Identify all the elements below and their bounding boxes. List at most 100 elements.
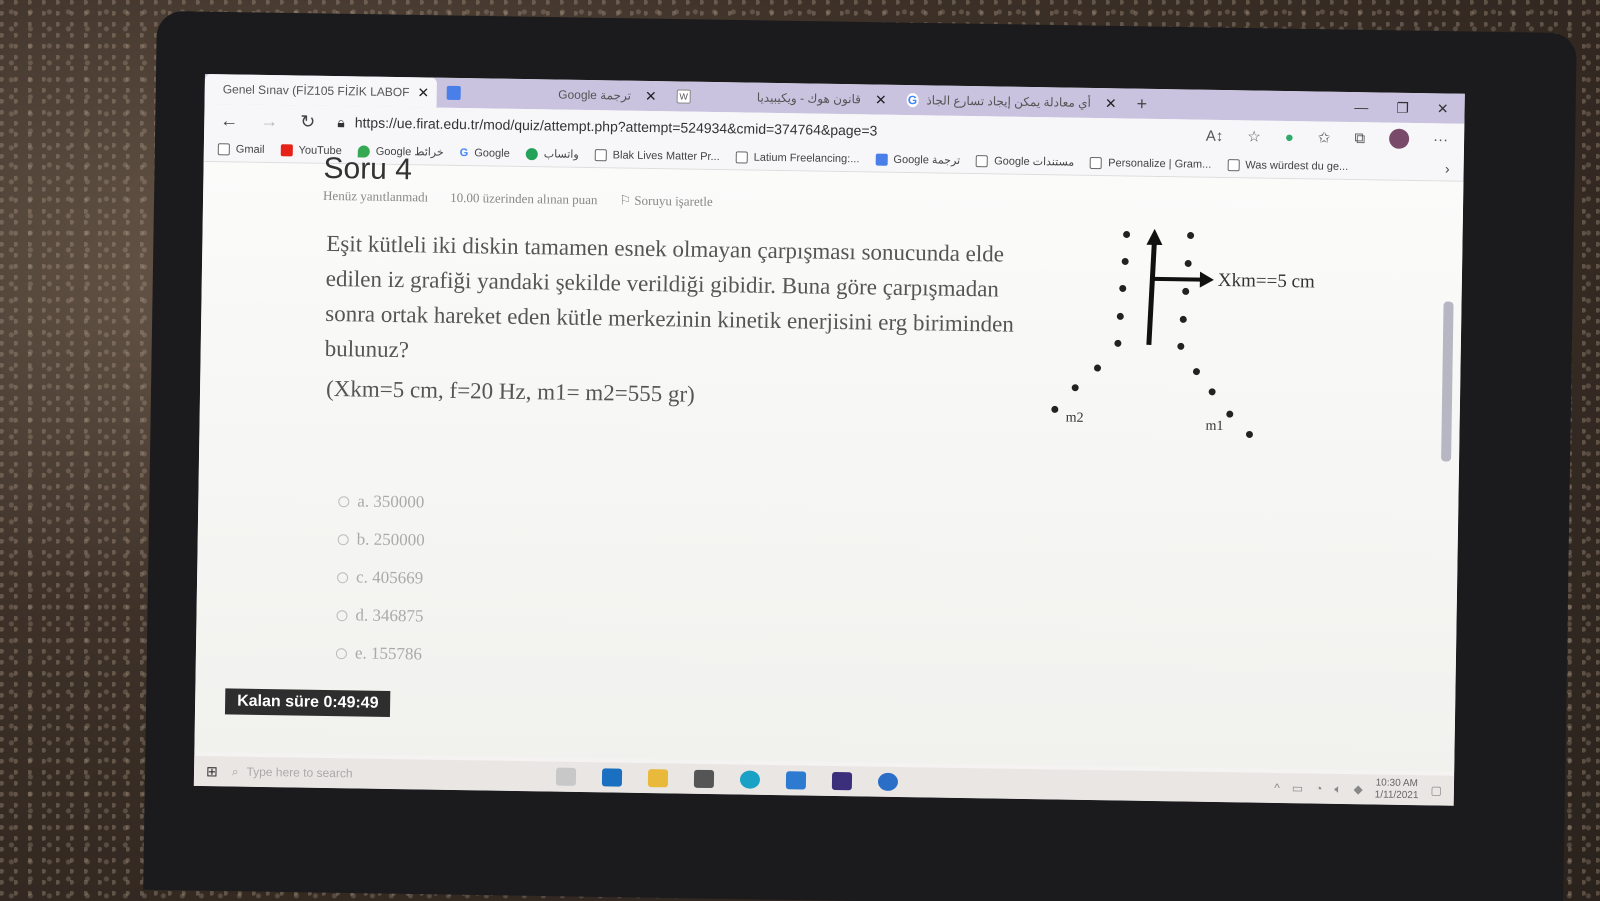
taskbar-clock[interactable]: 10:30 AM 1/11/2021 [1375,777,1419,802]
bookmark-label: Personalize | Gram... [1108,156,1212,171]
tab-google-search[interactable]: G أي معادلة يمكن إيجاد تسارع الجاذ ✕ [896,85,1126,119]
battery-icon[interactable]: ▭ [1292,781,1304,795]
bookmark-google[interactable]: G Google [460,147,510,160]
profile-avatar[interactable] [1388,128,1410,149]
tab-label: قانون هوك - ويكيبيديا [756,90,862,107]
bookmark-gmail[interactable]: Gmail [217,142,265,156]
wikipedia-icon: W [676,89,691,104]
answer-option[interactable]: a. 350000 [338,482,426,521]
radio-button[interactable] [336,609,348,621]
favorite-star-icon[interactable]: ☆ [1247,127,1261,145]
close-icon[interactable]: ✕ [645,87,657,104]
volume-icon[interactable]: 🔈︎ [1334,781,1341,796]
file-explorer-icon[interactable] [647,769,668,788]
radio-button[interactable] [337,533,349,545]
task-view-icon[interactable] [555,767,576,786]
xkm-label: Xkm==5 cm [1218,270,1315,293]
flag-label: Soruyu işaretle [634,192,713,209]
m2-label: m2 [1066,411,1084,426]
close-window-icon[interactable]: ✕ [1437,100,1449,117]
chevron-right-icon[interactable]: › [1445,160,1450,176]
answer-label: b. 250000 [356,529,425,550]
forward-icon[interactable]: → [260,110,278,131]
minimize-icon[interactable]: — [1354,99,1368,116]
restore-icon[interactable]: ❐ [1396,99,1409,116]
address-bar-icons: A↕ ☆ ● ✩ ⧉ ··· [1206,126,1449,150]
notifications-icon[interactable]: ▢ [1430,783,1442,797]
mail-icon[interactable] [785,771,806,790]
answer-option[interactable]: d. 346875 [336,596,424,635]
tab-translate[interactable]: Google ترجمة ✕ [437,78,667,112]
bookmark-was-wuerdest[interactable]: Was würdest du ge... [1227,158,1349,173]
grammarly-icon[interactable]: ● [1285,128,1294,145]
tab-label: Google ترجمة [558,87,632,103]
google-icon: G [906,93,919,108]
store-icon[interactable] [693,769,714,789]
close-icon[interactable]: ✕ [417,84,429,101]
bookmark-label: واتساب [543,148,579,161]
m1-label: m1 [1205,419,1223,434]
close-icon[interactable]: ✕ [1105,95,1117,112]
refresh-icon[interactable]: ↻ [300,111,315,132]
question-points: 10.00 üzerinden alınan puan [450,189,598,208]
wifi-icon[interactable]: ◔ [1315,782,1322,796]
page-icon [1090,156,1103,169]
radio-button[interactable] [335,647,348,659]
outlook-icon[interactable] [601,768,622,787]
page-icon [1227,158,1240,171]
edge-icon[interactable] [739,770,760,789]
bookmark-whatsapp[interactable]: واتساب [525,147,579,161]
close-icon[interactable]: ✕ [875,91,887,108]
bookmark-label: Gmail [235,142,265,156]
radio-button[interactable] [337,571,349,583]
plus-icon: + [1136,93,1148,114]
tab-quiz[interactable]: Genel Sınav (FİZ105 FİZİK LABOF ✕ [204,74,437,108]
radio-button[interactable] [338,495,350,507]
vertical-scrollbar[interactable] [1441,301,1454,462]
question-given-values: (Xkm=5 cm, f=20 Hz, m1= m2=555 gr) [325,375,695,407]
more-icon[interactable]: ··· [1433,131,1448,148]
remaining-time: Kalan süre 0:49:49 [224,688,391,717]
bookmark-label: Latium Freelancing:... [753,151,860,165]
tab-wikipedia[interactable]: W قانون هوك - ويكيبيديا ✕ [666,81,896,115]
back-icon[interactable]: ← [220,110,238,131]
search-placeholder: Type here to search [246,764,353,781]
bookmark-blm[interactable]: Blak Lives Matter Pr... [594,148,720,163]
page-icon [976,154,989,167]
windows-start-icon[interactable]: ⊞ [206,763,218,780]
taskbar-search[interactable]: ⌕ Type here to search [232,764,522,784]
flag-question-link[interactable]: ⚐ Soruyu işaretle [619,193,712,210]
chevron-up-icon[interactable]: ^ [1274,781,1280,795]
trace-vertical-arrow [1146,238,1158,345]
favorites-icon[interactable]: ✩ [1318,128,1331,146]
page-icon [217,142,230,155]
answer-options: a. 350000 b. 250000 c. 405669 d. 346875 … [335,482,426,673]
bookmark-translate[interactable]: Google ترجمة [875,153,960,167]
app-icon[interactable] [877,772,898,791]
question-status: Henüz yanıtlanmadı [322,187,429,205]
question-text: Eşit kütleli iki diskin tamamen esnek ol… [324,230,1015,363]
bookmark-label: Was würdest du ge... [1245,158,1349,173]
bookmark-label: Google [474,146,510,160]
bookmark-label: Blak Lives Matter Pr... [612,148,720,163]
tab-label: أي معادلة يمكن إيجاد تسارع الجاذ [926,93,1092,110]
taskbar-apps [555,767,898,791]
answer-option[interactable]: e. 155786 [335,634,424,673]
translate-icon [875,153,888,166]
page-icon [735,150,748,164]
new-tab-button[interactable]: + [1126,88,1157,118]
tab-label: Genel Sınav (FİZ105 FİZİK LABOF [222,82,410,100]
read-aloud-icon[interactable]: A↕ [1206,127,1224,144]
google-icon: G [459,146,469,159]
search-icon: ⌕ [231,764,239,779]
bookmark-grammarly[interactable]: Personalize | Gram... [1090,156,1211,170]
collections-icon[interactable]: ⧉ [1354,130,1365,147]
answer-label: d. 346875 [355,605,424,626]
bookmark-docs[interactable]: Google مستندات [976,154,1074,169]
bookmark-latium[interactable]: Latium Freelancing:... [735,150,860,165]
dropbox-icon[interactable]: ◆ [1353,782,1362,796]
answer-option[interactable]: b. 250000 [337,520,425,559]
onenote-icon[interactable] [831,771,852,791]
flag-icon: ⚐ [619,192,635,208]
answer-option[interactable]: c. 405669 [337,558,425,597]
